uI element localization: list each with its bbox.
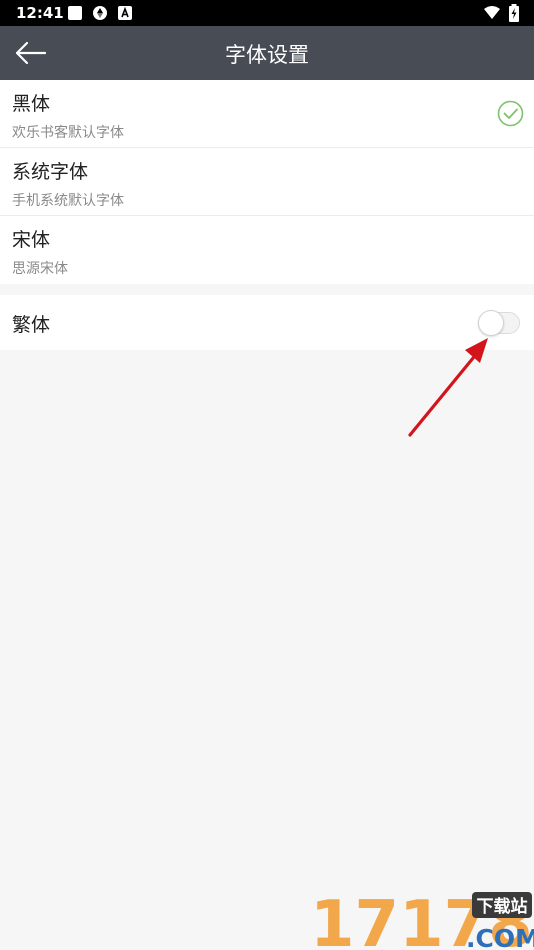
font-option-subtitle: 手机系统默认字体 — [12, 193, 124, 209]
font-option-title: 黑体 — [12, 93, 51, 115]
wifi-icon — [483, 5, 501, 21]
watermark-logo: 17178 下载站 .COM — [310, 888, 534, 950]
page-title: 字体设置 — [225, 43, 309, 67]
font-option-subtitle: 欢乐书客默认字体 — [12, 125, 124, 141]
font-option-heiti[interactable]: 黑体 欢乐书客默认字体 — [0, 80, 534, 148]
font-option-title: 宋体 — [12, 229, 51, 251]
back-button[interactable] — [6, 30, 54, 76]
app-a-icon — [118, 5, 134, 21]
font-option-title: 系统字体 — [12, 161, 89, 183]
check-circle-icon — [497, 100, 524, 127]
status-bar: 12:41 — [0, 0, 534, 26]
font-option-subtitle: 思源宋体 — [12, 261, 68, 277]
font-option-system[interactable]: 系统字体 手机系统默认字体 — [0, 148, 534, 216]
watermark-domain: .COM — [466, 924, 534, 950]
traditional-chinese-label: 繁体 — [12, 314, 51, 336]
battery-charging-icon — [508, 4, 520, 22]
font-option-songti[interactable]: 宋体 思源宋体 — [0, 216, 534, 284]
watermark-tag: 下载站 — [477, 896, 528, 917]
font-list: 黑体 欢乐书客默认字体 系统字体 手机系统默认字体 宋体 思源宋体 — [0, 80, 534, 284]
notification-square-icon — [67, 5, 83, 21]
arrow-left-icon — [15, 41, 47, 65]
status-time: 12:41 — [16, 4, 64, 22]
aperture-icon — [92, 5, 108, 21]
red-arrow-annotation-icon — [408, 338, 488, 437]
app-bar: 字体设置 — [0, 26, 534, 80]
